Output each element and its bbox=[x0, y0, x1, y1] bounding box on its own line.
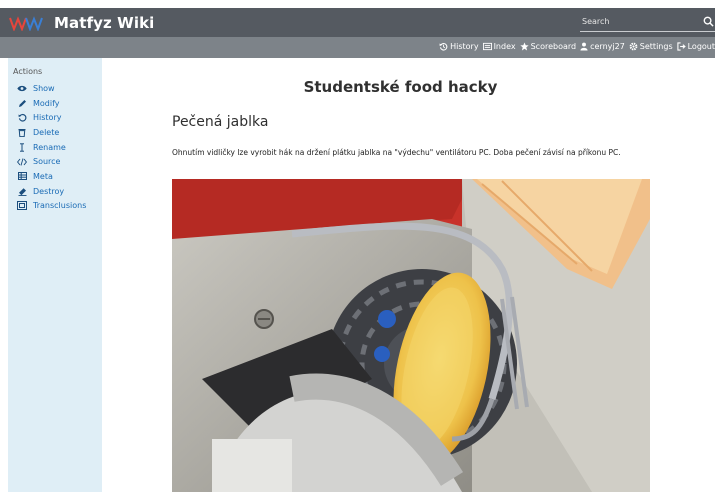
search-icon[interactable] bbox=[703, 16, 714, 27]
search-input[interactable] bbox=[580, 17, 698, 26]
search-box bbox=[580, 12, 715, 32]
sidebar-item-history[interactable]: History bbox=[8, 110, 102, 125]
sidebar-item-label: Transclusions bbox=[33, 201, 87, 211]
header-scoreboard-link[interactable]: Scoreboard bbox=[519, 42, 577, 51]
history-icon bbox=[439, 42, 448, 51]
sidebar-item-label: Rename bbox=[33, 142, 66, 152]
sidebar-title: Actions bbox=[13, 67, 43, 76]
user-icon bbox=[580, 42, 588, 51]
table-icon bbox=[17, 171, 27, 181]
logout-icon bbox=[676, 42, 686, 51]
index-icon bbox=[482, 42, 492, 51]
content-paragraph: Ohnutím vidličky lze vyrobit hák na drže… bbox=[172, 148, 621, 157]
sidebar-item-modify[interactable]: Modify bbox=[8, 96, 102, 111]
sidebar-item-label: Show bbox=[33, 83, 55, 93]
sidebar-item-meta[interactable]: Meta bbox=[8, 169, 102, 184]
wiki-logo-icon[interactable] bbox=[9, 13, 45, 33]
sidebar-item-destroy[interactable]: Destroy bbox=[8, 184, 102, 199]
header-index-link[interactable]: Index bbox=[482, 42, 516, 51]
header-history-link[interactable]: History bbox=[439, 42, 479, 51]
actions-list: Show Modify History Delete Rename Source… bbox=[8, 81, 102, 213]
star-icon bbox=[519, 42, 529, 51]
apple-roasting-photo bbox=[172, 179, 650, 492]
code-icon bbox=[17, 157, 27, 167]
header-logout-label: Logout bbox=[687, 42, 715, 51]
header-scoreboard-label: Scoreboard bbox=[530, 42, 577, 51]
sidebar-item-label: Meta bbox=[33, 171, 53, 181]
header-index-label: Index bbox=[493, 42, 516, 51]
sidebar-item-show[interactable]: Show bbox=[8, 81, 102, 96]
sidebar-item-label: Delete bbox=[33, 127, 60, 137]
header-settings-label: Settings bbox=[639, 42, 673, 51]
eraser-icon bbox=[17, 186, 27, 196]
user-toolbar: History Index Scoreboard cernyj27 Settin… bbox=[0, 37, 715, 58]
sidebar-item-label: History bbox=[33, 113, 62, 123]
transclusion-icon bbox=[17, 201, 27, 211]
sidebar-item-rename[interactable]: Rename bbox=[8, 140, 102, 155]
actions-sidebar: Actions Show Modify History Delete Renam… bbox=[8, 58, 102, 492]
sidebar-item-label: Source bbox=[33, 157, 61, 167]
gear-icon bbox=[629, 42, 638, 51]
apple-roasting-illustration bbox=[172, 179, 650, 492]
site-brand[interactable]: Matfyz Wiki bbox=[54, 14, 154, 32]
history-icon bbox=[17, 113, 27, 123]
header-history-label: History bbox=[450, 42, 479, 51]
main-content: Studentské food hacky Pečená jablka Ohnu… bbox=[102, 58, 715, 492]
top-navbar: Matfyz Wiki bbox=[0, 8, 715, 37]
header-username-label: cernyj27 bbox=[590, 42, 625, 51]
sidebar-item-label: Modify bbox=[33, 98, 60, 108]
sidebar-item-delete[interactable]: Delete bbox=[8, 125, 102, 140]
section-heading: Pečená jablka bbox=[172, 114, 269, 130]
sidebar-item-transclusions[interactable]: Transclusions bbox=[8, 199, 102, 214]
text-cursor-icon bbox=[17, 142, 27, 152]
eye-icon bbox=[17, 83, 27, 93]
page-title: Studentské food hacky bbox=[303, 78, 498, 96]
trash-icon bbox=[17, 127, 27, 137]
header-settings-link[interactable]: Settings bbox=[629, 42, 673, 51]
header-user-link[interactable]: cernyj27 bbox=[580, 42, 625, 51]
sidebar-item-label: Destroy bbox=[33, 186, 65, 196]
header-logout-link[interactable]: Logout bbox=[676, 42, 715, 51]
sidebar-item-source[interactable]: Source bbox=[8, 154, 102, 169]
pencil-icon bbox=[17, 98, 27, 108]
